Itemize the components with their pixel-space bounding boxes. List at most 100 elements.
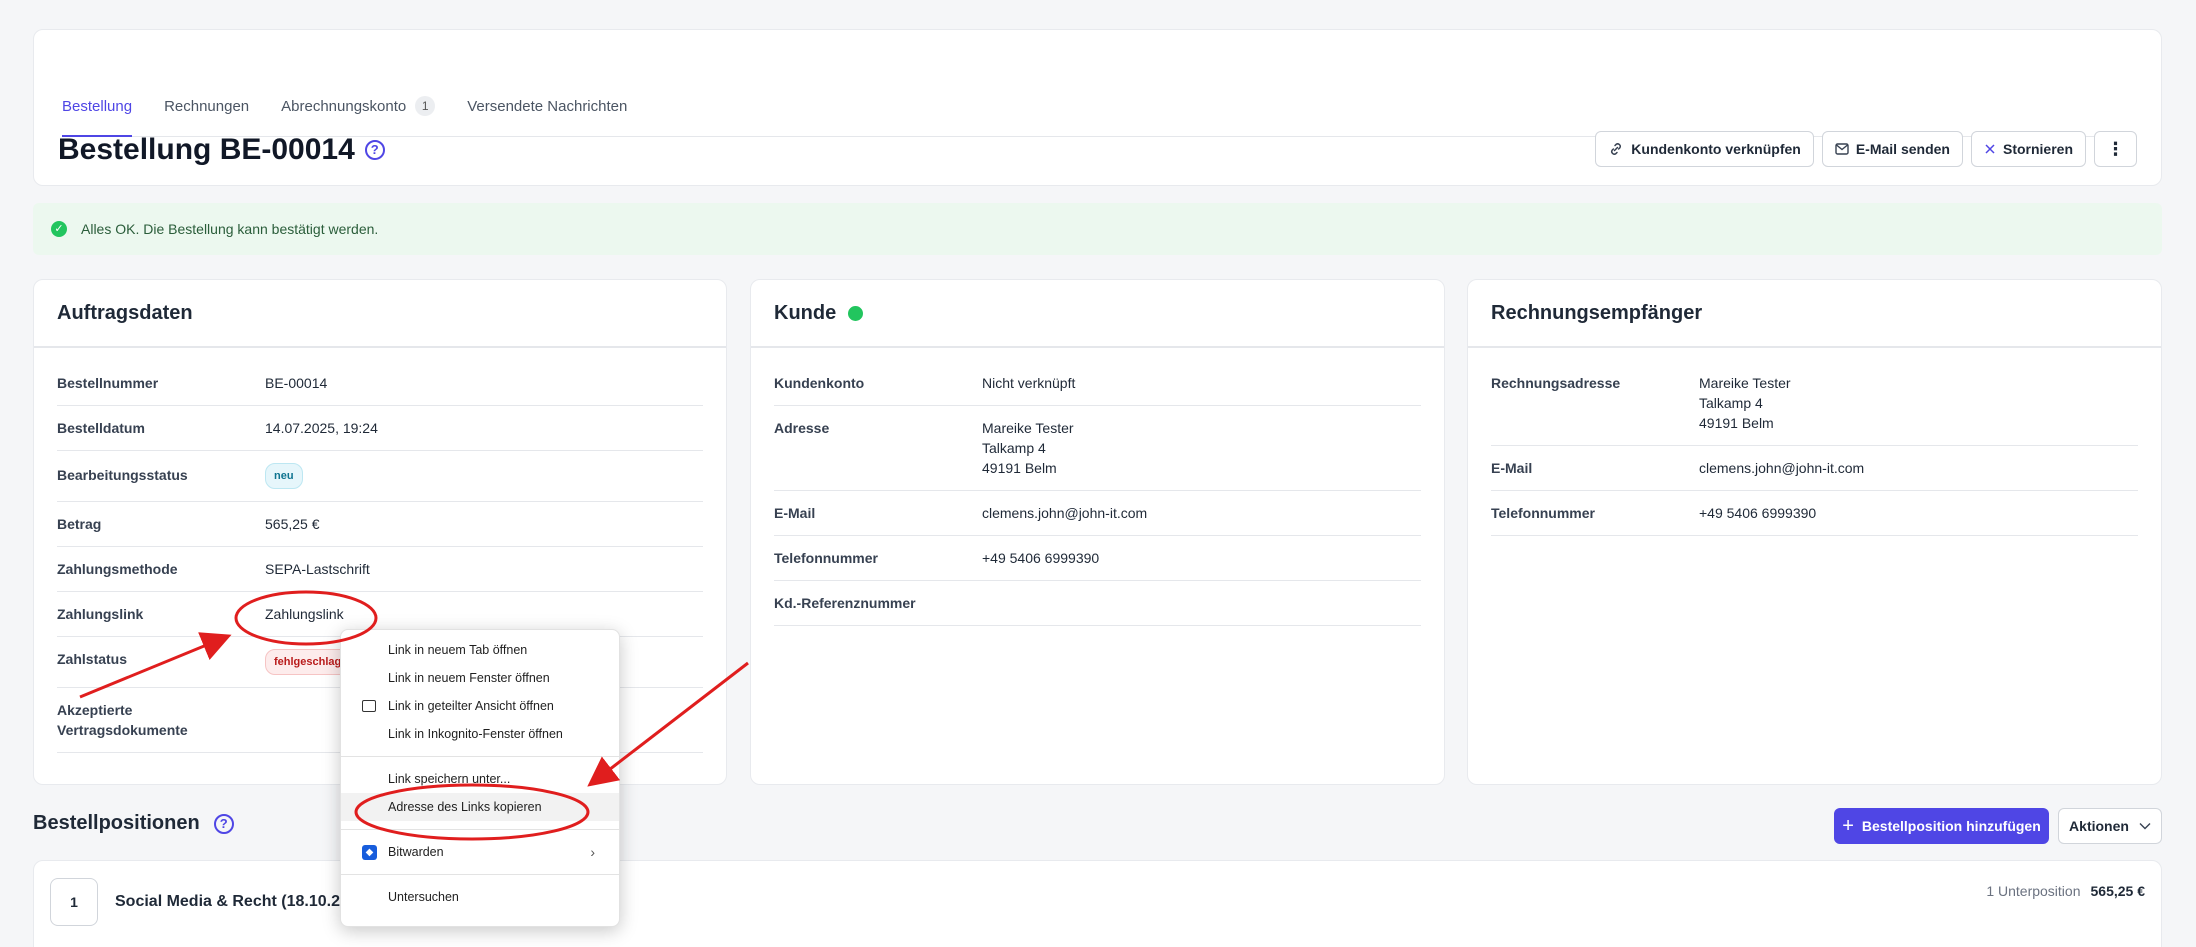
button-label: Stornieren [2002,141,2073,157]
send-email-button[interactable]: E-Mail senden [1821,131,1963,167]
close-icon [1985,144,1995,154]
card-title: Rechnungsempfänger [1468,280,2161,348]
menu-item-label: Link in neuem Tab öffnen [388,643,528,657]
detail-row: Bearbeitungsstatus neu [57,451,703,502]
bitwarden-icon: ◆ [362,844,377,860]
actions-dropdown[interactable]: Aktionen [2058,808,2162,844]
address-line: Mareike Tester [982,420,1074,436]
order-header-card: Bestellung Rechnungen Abrechnungskonto 1 … [33,29,2162,186]
page-title: Bestellung BE-00014 ? [58,133,385,167]
header-actions: Kundenkonto verknüpfen E-Mail senden Sto… [1595,131,2137,167]
tab-bar: Bestellung Rechnungen Abrechnungskonto 1 … [62,67,2137,137]
detail-row: Rechnungsadresse Mareike Tester Talkamp 4 4… [1491,361,2138,446]
row-value: clemens.john@john-it.com [982,505,1148,521]
help-icon[interactable]: ? [213,813,234,834]
tab-label: Rechnungen [164,98,250,115]
detail-row: E-Mail clemens.john@john-it.com [774,491,1421,536]
menu-item-open-new-tab[interactable]: Link in neuem Tab öffnen [341,636,619,664]
row-label: E-Mail [774,505,816,521]
detail-row: Bestellnummer BE-00014 [57,361,703,406]
row-value: +49 5406 6999390 [1699,505,1817,521]
row-label: Kd.-Referenznummer [774,595,916,611]
detail-row: Zahlungsmethode SEPA-Lastschrift [57,547,703,592]
page-title-text: Bestellung BE-00014 [58,133,355,166]
tab-label: Abrechnungskonto [281,98,407,115]
chevron-right-icon: › [590,844,595,860]
status-badge: neu [265,463,303,489]
menu-item-open-new-window[interactable]: Link in neuem Fenster öffnen [341,664,619,692]
detail-row: Adresse Mareike Tester Talkamp 4 49191 Belm [774,406,1421,491]
item-price: 565,25 € [2090,883,2146,899]
button-label: Kundenkonto verknüpfen [1631,141,1801,157]
tab-bestellung[interactable]: Bestellung [62,67,133,137]
rechnungsempfaenger-card: Rechnungsempfänger Rechnungsadresse Marei… [1467,279,2162,785]
button-label: E-Mail senden [1855,141,1950,157]
card-title: Kunde [751,280,1444,348]
section-title-text: Bestellpositionen [33,812,200,834]
tab-rechnungen[interactable]: Rechnungen [164,67,249,136]
kebab-icon: ⋮ [2106,138,2125,159]
add-order-item-button[interactable]: + Bestellposition hinzufügen [1834,808,2049,844]
cancel-order-button[interactable]: Stornieren [1970,131,2086,167]
card-title-text: Auftragsdaten [57,301,193,324]
detail-row: Bestelldatum 14.07.2025, 19:24 [57,406,703,451]
menu-item-bitwarden[interactable]: ◆ Bitwarden › [341,838,619,866]
row-label: Adresse [774,420,830,436]
menu-item-label: Adresse des Links kopieren [388,800,542,814]
menu-item-open-split-view[interactable]: Link in geteilter Ansicht öffnen [341,692,619,720]
row-label-line: Akzeptierte [57,702,133,718]
row-value: BE-00014 [265,375,328,391]
row-value: +49 5406 6999390 [982,550,1100,566]
link-icon [1611,143,1622,155]
detail-row: Telefonnummer +49 5406 6999390 [1491,491,2138,536]
tab-versendete-nachrichten[interactable]: Versendete Nachrichten [467,67,627,136]
menu-divider [341,829,619,830]
menu-item-label: Bitwarden [388,845,444,859]
link-customer-account-button[interactable]: Kundenkonto verknüpfen [1595,131,1814,167]
card-title: Auftragsdaten [34,280,726,348]
menu-item-label: Link speichern unter... [388,772,511,786]
row-label: Bearbeitungsstatus [57,467,188,483]
row-label-line: Vertragsdokumente [57,722,188,738]
menu-item-label: Link in neuem Fenster öffnen [388,671,550,685]
sub-item-count: 1 Unterposition [1986,883,2081,899]
menu-item-save-link[interactable]: Link speichern unter... [341,765,619,793]
detail-row: Betrag 565,25 € [57,502,703,547]
button-label: Bestellposition hinzufügen [1861,818,2041,834]
menu-item-open-incognito[interactable]: Link in Inkognito-Fenster öffnen [341,720,619,748]
status-badge: fehlgeschlag [265,649,351,675]
row-value: Mareike Tester Talkamp 4 49191 Belm [1699,373,1791,433]
menu-item-inspect[interactable]: Untersuchen [341,883,619,911]
tab-label: Versendete Nachrichten [467,98,628,115]
plus-icon: + [1842,814,1854,837]
kunde-card: Kunde Kundenkonto Nicht verknüpft Adresse… [750,279,1445,785]
alert-text: Alles OK. Die Bestellung kann bestätigt … [81,221,379,237]
row-value: 14.07.2025, 19:24 [265,420,378,436]
payment-link[interactable]: Zahlungslink [265,604,344,624]
row-value: Mareike Tester Talkamp 4 49191 Belm [982,418,1074,478]
success-alert: ✓ Alles OK. Die Bestellung kann bestätig… [33,203,2162,255]
row-label: Telefonnummer [1491,505,1595,521]
check-circle-icon: ✓ [51,221,67,237]
address-line: 49191 Belm [982,460,1057,476]
row-label: Bestellnummer [57,375,159,391]
item-name[interactable]: Social Media & Recht (18.10.202 [115,893,358,911]
more-options-button[interactable]: ⋮ [2094,131,2137,167]
menu-item-label: Link in geteilter Ansicht öffnen [388,699,554,713]
section-title: Bestellpositionen ? [33,812,234,835]
help-icon[interactable]: ? [364,140,385,160]
row-label: Zahlungsmethode [57,561,178,577]
card-title-text: Rechnungsempfänger [1491,301,1703,324]
row-value: neu [265,463,303,489]
menu-item-label: Untersuchen [388,890,459,904]
button-label: Aktionen [2069,818,2129,834]
row-label: E-Mail [1491,460,1533,476]
menu-item-copy-link-address[interactable]: Adresse des Links kopieren [341,793,619,821]
item-meta: 1 Unterposition 565,25 € [1986,883,2145,899]
tab-abrechnungskonto[interactable]: Abrechnungskonto 1 [281,67,436,136]
row-label: Zahlstatus [57,651,128,667]
address-line: Mareike Tester [1699,375,1791,391]
address-line: Talkamp 4 [1699,395,1763,411]
card-title-text: Kunde [774,301,837,324]
address-line: 49191 Belm [1699,415,1774,431]
